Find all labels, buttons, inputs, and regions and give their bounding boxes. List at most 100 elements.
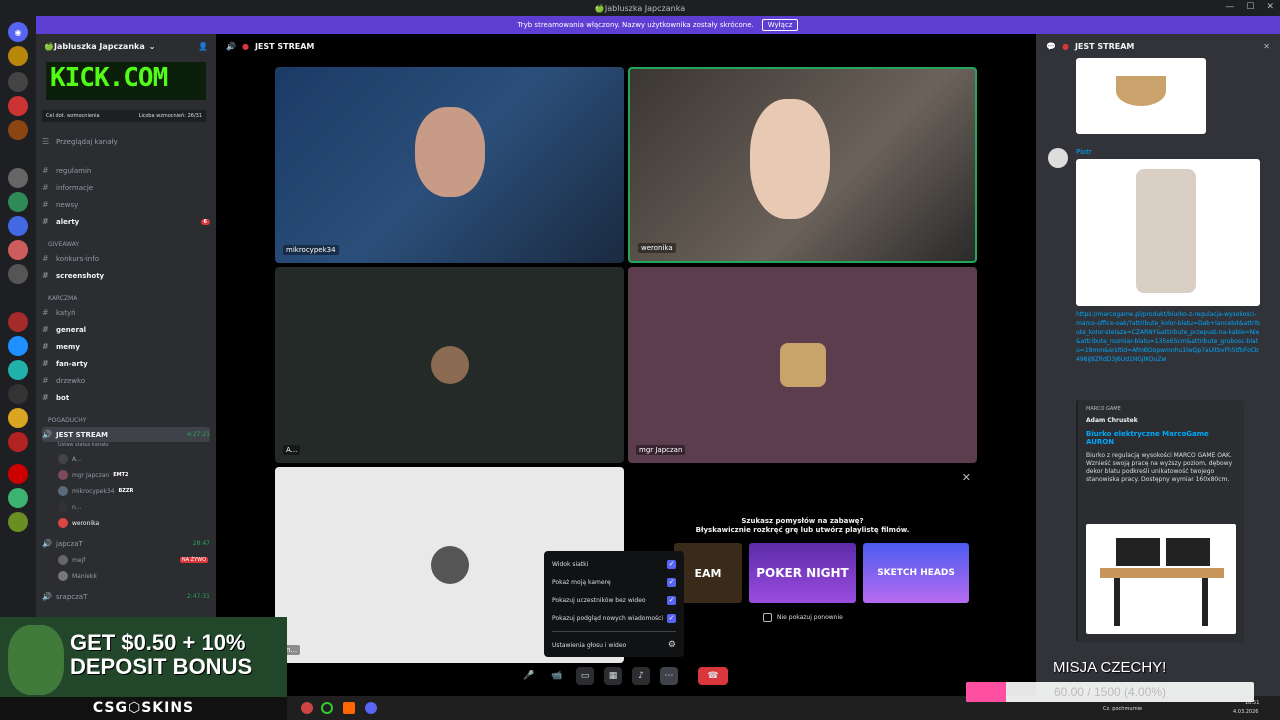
voice-user-name: A...	[72, 455, 82, 463]
video-tile[interactable]: A...	[275, 267, 624, 463]
game-card[interactable]: EAM	[674, 543, 742, 603]
server-icon[interactable]	[8, 96, 28, 116]
soundboard-button[interactable]: ♪	[632, 667, 650, 685]
channel-konkurs-info[interactable]: # konkurs-info	[42, 251, 210, 266]
voice-user[interactable]: mikrocypek34 BZZR	[58, 484, 208, 498]
browse-channels[interactable]: ☰ Przeglądaj kanały	[42, 134, 210, 149]
voice-channel-srapczat[interactable]: 🔊 srapczaT 2:47:31	[42, 589, 210, 604]
boost-goal[interactable]: Cel dot. wzmocnienia Liczba wzmocnień: 2…	[42, 110, 206, 122]
goal-text: 60.00 / 1500 (4.00%)	[1053, 685, 1167, 699]
channel-screenshoty[interactable]: # screenshoty	[42, 268, 210, 283]
channel-informacje[interactable]: # informacje	[42, 180, 210, 195]
voice-channel-status[interactable]: Ustaw status kanału	[58, 440, 208, 449]
channel-newsy[interactable]: # newsy	[42, 197, 210, 212]
close-icon[interactable]: ✕	[962, 471, 971, 484]
voice-user[interactable]: n...	[58, 500, 208, 514]
menu-item-show-camera[interactable]: Pokaż moją kamerę ✓	[552, 573, 676, 591]
close-icon[interactable]: ✕	[1263, 42, 1270, 51]
message-link[interactable]: https://marcogame.pl/produkt/biurko-z-re…	[1076, 310, 1260, 364]
video-tile[interactable]: mikrocypek34	[275, 67, 624, 263]
category-pogaduchy[interactable]: POGADUCHY	[48, 417, 86, 424]
server-icon[interactable]	[8, 72, 28, 92]
voice-user[interactable]: mejf NA ŻYWO	[58, 553, 208, 567]
checkbox[interactable]	[763, 613, 772, 622]
voice-user[interactable]: A...	[58, 452, 208, 466]
server-icon[interactable]	[8, 512, 28, 532]
more-options-button[interactable]: ⋯	[660, 667, 678, 685]
discord-home-icon[interactable]: ◉	[8, 22, 28, 42]
server-icon[interactable]	[8, 384, 28, 404]
server-icon[interactable]	[8, 216, 28, 236]
voice-channel-japczat[interactable]: 🔊 japczaT 28:47	[42, 536, 210, 551]
game-card-sketch-heads[interactable]: SKETCH HEADS	[863, 543, 969, 603]
channel-regulamin[interactable]: # regulamin	[42, 163, 210, 178]
activities-subtitle: Błyskawicznie rozkręć grę lub utwórz pla…	[695, 526, 910, 534]
checkbox-checked[interactable]: ✓	[667, 613, 676, 623]
channel-katyn[interactable]: # katyń	[42, 305, 210, 320]
weather[interactable]: Cz. pochmurnie	[1103, 706, 1142, 712]
microphone-button[interactable]: 🎤	[520, 667, 538, 685]
category-giveaway[interactable]: GIVEAWAY	[48, 241, 79, 248]
embed-image[interactable]	[1086, 524, 1236, 634]
channel-fan-arty[interactable]: # fan-arty	[42, 356, 210, 371]
channel-alerty[interactable]: # alerty 6	[42, 214, 210, 229]
server-icon[interactable]	[8, 488, 28, 508]
app-icon[interactable]	[301, 702, 313, 714]
avatar	[58, 486, 68, 496]
voice-user[interactable]: mgr Japczan EMT2	[58, 468, 208, 482]
server-icon[interactable]	[8, 168, 28, 188]
server-icon[interactable]	[8, 360, 28, 380]
game-card-poker[interactable]: POKER NIGHT	[749, 543, 856, 603]
video-tile[interactable]: mgr Japczan	[628, 267, 977, 463]
avatar	[58, 555, 68, 565]
server-icon[interactable]	[8, 240, 28, 260]
server-icon[interactable]	[8, 408, 28, 428]
minimize-button[interactable]: —	[1225, 2, 1234, 12]
channel-memy[interactable]: # memy	[42, 339, 210, 354]
close-window-button[interactable]: ✕	[1266, 2, 1274, 12]
channel-bot[interactable]: # bot	[42, 390, 210, 405]
menu-item-show-no-video[interactable]: Pokazuj uczestników bez wideo ✓	[552, 591, 676, 609]
camera-button[interactable]: 📹	[548, 667, 566, 685]
discord-icon[interactable]	[365, 702, 377, 714]
checkbox-checked[interactable]: ✓	[667, 559, 676, 569]
channel-general[interactable]: # general	[42, 322, 210, 337]
server-icon[interactable]	[8, 464, 28, 484]
clock-date[interactable]: 4.03.2026	[1233, 709, 1258, 715]
category-karczma[interactable]: KARCZMA	[48, 295, 77, 302]
disable-streamer-mode-button[interactable]: Wyłącz	[761, 19, 799, 31]
server-header[interactable]: 🍏Jabluszka Japczanka ⌄ 👤	[36, 34, 216, 58]
browser-icon[interactable]	[343, 702, 355, 714]
screen-share-button[interactable]: ▭	[576, 667, 594, 685]
activities-button[interactable]: ▦	[604, 667, 622, 685]
avatar[interactable]	[1048, 148, 1068, 168]
voice-user[interactable]: Maniekk	[58, 569, 208, 583]
message-image[interactable]	[1076, 58, 1206, 134]
server-icon[interactable]	[8, 336, 28, 356]
menu-item-message-preview[interactable]: Pokazuj podgląd nowych wiadomości ✓	[552, 609, 676, 627]
video-tile-speaking[interactable]: weronika	[628, 67, 977, 263]
app-icon[interactable]	[321, 702, 333, 714]
maximize-button[interactable]: ☐	[1246, 2, 1254, 12]
hash-icon: #	[42, 359, 49, 368]
checkbox-checked[interactable]: ✓	[667, 595, 676, 605]
server-icon[interactable]	[8, 312, 28, 332]
message-image[interactable]	[1076, 159, 1260, 306]
ad-headline: GET $0.50 + 10% DEPOSIT BONUS	[70, 631, 252, 679]
voice-user[interactable]: weronika	[58, 516, 208, 530]
hash-icon: #	[42, 254, 49, 263]
menu-item-voice-settings[interactable]: Ustawienia głosu i wideo ⚙	[552, 636, 676, 654]
server-icon[interactable]	[8, 120, 28, 140]
server-icon[interactable]	[8, 432, 28, 452]
hang-up-button[interactable]: ☎	[698, 667, 728, 685]
server-icon[interactable]	[8, 264, 28, 284]
channel-drzewko[interactable]: # drzewko	[42, 373, 210, 388]
message-author[interactable]: Piotr	[1076, 148, 1092, 156]
add-member-icon[interactable]: 👤	[198, 42, 208, 51]
menu-item-grid-view[interactable]: Widok siatki ✓	[552, 555, 676, 573]
embed-title[interactable]: Biurko elektryczne MarcoGame AURON	[1086, 430, 1236, 446]
server-icon[interactable]	[8, 46, 28, 66]
checkbox-checked[interactable]: ✓	[667, 577, 676, 587]
server-icon[interactable]	[8, 192, 28, 212]
dont-show-again[interactable]: Nie pokazuj ponownie	[763, 613, 843, 622]
